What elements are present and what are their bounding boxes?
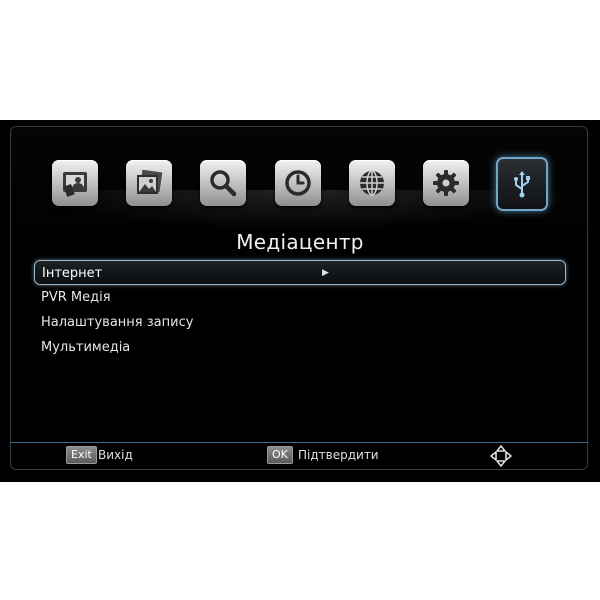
menu-item-label: Інтернет bbox=[42, 266, 103, 281]
gear-icon[interactable] bbox=[423, 160, 469, 206]
menu-item-recording-settings[interactable]: Налаштування запису bbox=[34, 310, 566, 335]
tv-screen: Медіацентр Інтернет ▶ PVR Медія Налаштув… bbox=[0, 120, 600, 482]
tv-icon[interactable] bbox=[52, 160, 98, 206]
menu-item-label: PVR Медія bbox=[41, 290, 111, 305]
menu-item-pvr-media[interactable]: PVR Медія bbox=[34, 285, 566, 310]
menu-item-internet[interactable]: Інтернет ▶ bbox=[34, 260, 566, 285]
clock-icon[interactable] bbox=[275, 160, 321, 206]
search-icon[interactable] bbox=[200, 160, 246, 206]
exit-key-badge[interactable]: Exit bbox=[66, 446, 97, 464]
exit-label: Вихід bbox=[98, 448, 133, 462]
menu-list: Інтернет ▶ PVR Медія Налаштування запису… bbox=[34, 260, 566, 360]
navigation-arrows-icon bbox=[490, 445, 512, 467]
ok-label: Підтвердити bbox=[298, 448, 379, 462]
menu-item-label: Налаштування запису bbox=[41, 315, 194, 330]
page-title: Медіацентр bbox=[236, 230, 364, 254]
menu-item-label: Мультимедіа bbox=[41, 340, 131, 355]
photo-icon[interactable] bbox=[126, 160, 172, 206]
category-icon-bar bbox=[0, 157, 600, 212]
menu-item-multimedia[interactable]: Мультимедіа bbox=[34, 335, 566, 360]
globe-icon[interactable] bbox=[349, 160, 395, 206]
footer-bar: Exit Вихід OK Підтвердити bbox=[0, 445, 600, 468]
footer-divider bbox=[10, 442, 588, 443]
submenu-arrow-icon: ▶ bbox=[322, 268, 329, 278]
ok-key-badge[interactable]: OK bbox=[267, 446, 293, 464]
usb-icon[interactable] bbox=[496, 157, 548, 211]
